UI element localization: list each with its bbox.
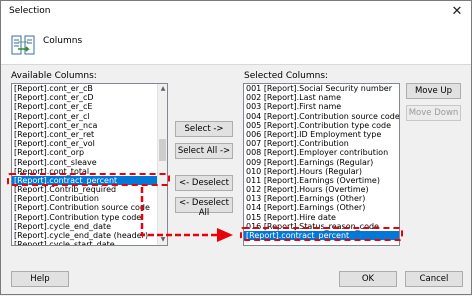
move-arrow-icon xyxy=(140,187,233,242)
selection-dialog: Selection ✕ Columns Available Columns: [… xyxy=(0,0,472,295)
